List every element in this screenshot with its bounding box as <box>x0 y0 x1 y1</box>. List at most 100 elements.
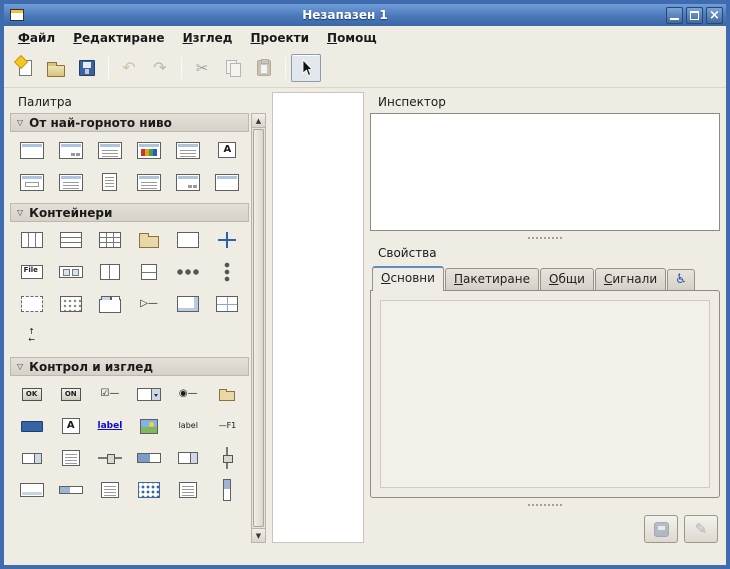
new-project-button[interactable] <box>10 54 40 82</box>
entry-palette-item[interactable] <box>12 410 51 442</box>
tab-signals[interactable]: Сигнали <box>595 268 666 290</box>
about-dialog-palette-item[interactable] <box>51 166 90 198</box>
tab-common[interactable]: Общи <box>540 268 594 290</box>
font-button-palette-item[interactable]: A <box>51 410 90 442</box>
file-chooser-dialog-palette-item[interactable] <box>90 166 129 198</box>
scroll-up-arrow-icon[interactable] <box>252 114 265 128</box>
paste-button[interactable] <box>249 54 279 82</box>
pointer-tool-button[interactable] <box>291 54 321 82</box>
font-selection-dialog-icon: A <box>218 142 236 158</box>
icon-view-widget-icon <box>138 482 160 498</box>
progress-bar-palette-item[interactable] <box>130 442 169 474</box>
palette-section-controls[interactable]: Контрол и изглед <box>10 357 249 376</box>
cut-button[interactable]: ✂ <box>187 54 217 82</box>
pane-resize-grip[interactable] <box>528 504 562 506</box>
undo-button[interactable]: ↶ <box>114 54 144 82</box>
scrollbar-thumb[interactable] <box>253 129 264 527</box>
inspector-tree[interactable] <box>370 113 720 231</box>
open-project-button[interactable] <box>41 54 71 82</box>
check-button-palette-item[interactable]: ☑— <box>90 378 129 410</box>
spin-button-palette-item[interactable] <box>169 442 208 474</box>
widget-info-button[interactable] <box>644 515 678 543</box>
tab-accessibility[interactable]: ♿ <box>667 269 695 290</box>
menu-edit[interactable]: Редактиране <box>65 29 172 47</box>
message-dialog-palette-item[interactable] <box>90 134 129 166</box>
design-canvas[interactable] <box>272 92 364 543</box>
aspect-frame-palette-item[interactable] <box>169 224 208 256</box>
icon-view-palette-item[interactable] <box>51 288 90 320</box>
aspect-frame-icon <box>177 232 199 248</box>
close-button[interactable] <box>706 7 723 24</box>
vertical-scrollbar-palette-item[interactable] <box>208 474 247 506</box>
horizontal-scrollbar-palette-item[interactable] <box>51 474 90 506</box>
label-palette-item[interactable]: label <box>169 410 208 442</box>
button-palette-item[interactable]: OK <box>12 378 51 410</box>
edit-widget-button[interactable]: ✎ <box>684 515 718 543</box>
menu-file[interactable]: Файл <box>10 29 63 47</box>
horizontal-scale-palette-item[interactable] <box>90 442 129 474</box>
vertical-button-box-palette-item[interactable] <box>208 256 247 288</box>
horizontal-button-box-palette-item[interactable] <box>169 256 208 288</box>
input-dialog-palette-item[interactable] <box>12 166 51 198</box>
link-button-palette-item[interactable]: label <box>90 410 129 442</box>
tab-packing[interactable]: Пакетиране <box>445 268 539 290</box>
titlebar[interactable]: Незапазен 1 <box>4 4 726 26</box>
tree-view-palette-item[interactable] <box>90 474 129 506</box>
radio-button-palette-item[interactable]: ◉— <box>169 378 208 410</box>
toolbar-palette-item[interactable] <box>51 256 90 288</box>
popup-window-palette-item[interactable] <box>208 166 247 198</box>
palette-scrollbar[interactable] <box>251 113 266 543</box>
copy-button[interactable] <box>218 54 248 82</box>
palette-section-toplevel[interactable]: От най-горното ниво <box>10 113 249 132</box>
menu-help[interactable]: Помощ <box>319 29 385 47</box>
tree-view-icon <box>101 482 119 498</box>
text-view-palette-item[interactable] <box>51 442 90 474</box>
properties-frame <box>370 290 720 498</box>
file-chooser-button-palette-item[interactable] <box>208 378 247 410</box>
layout-palette-item[interactable] <box>12 288 51 320</box>
scrolled-window-palette-item[interactable] <box>169 288 208 320</box>
window-palette-item[interactable] <box>12 134 51 166</box>
dialog-palette-item[interactable] <box>51 134 90 166</box>
vertical-box-icon <box>21 232 43 248</box>
menu-projects[interactable]: Проекти <box>242 29 317 47</box>
statusbar-palette-item[interactable] <box>12 474 51 506</box>
vertical-box-palette-item[interactable] <box>12 224 51 256</box>
recent-chooser-dialog-palette-item[interactable] <box>130 166 169 198</box>
assistant-palette-item[interactable] <box>169 166 208 198</box>
pane-resize-grip[interactable] <box>528 237 562 239</box>
scrollbar-track[interactable] <box>252 128 265 528</box>
fixed-palette-item[interactable] <box>208 224 247 256</box>
tab-general[interactable]: Основни <box>372 266 444 291</box>
menu-bar-palette-item[interactable]: File <box>12 256 51 288</box>
maximize-button[interactable] <box>686 7 703 24</box>
scroll-down-arrow-icon[interactable] <box>252 528 265 542</box>
vertical-scale-palette-item[interactable] <box>208 442 247 474</box>
undo-icon: ↶ <box>122 60 135 76</box>
menu-view[interactable]: Изглед <box>175 29 241 47</box>
combo-box-palette-item[interactable] <box>130 378 169 410</box>
frame-palette-item[interactable] <box>130 224 169 256</box>
handle-box-palette-item[interactable]: ↑ ← <box>12 320 51 352</box>
horizontal-box-palette-item[interactable] <box>51 224 90 256</box>
file-selection-dialog-palette-item[interactable] <box>169 134 208 166</box>
horizontal-paned-palette-item[interactable] <box>90 256 129 288</box>
table-palette-item[interactable] <box>90 224 129 256</box>
accel-label-palette-item[interactable]: —F1 <box>208 410 247 442</box>
redo-button[interactable]: ↷ <box>145 54 175 82</box>
list-view-palette-item[interactable] <box>169 474 208 506</box>
notebook-palette-item[interactable] <box>90 288 129 320</box>
color-selection-dialog-palette-item[interactable] <box>130 134 169 166</box>
expander-palette-item[interactable]: ▷— <box>130 288 169 320</box>
vertical-paned-palette-item[interactable] <box>130 256 169 288</box>
palette-section-containers[interactable]: Контейнери <box>10 203 249 222</box>
toggle-button-palette-item[interactable]: ON <box>51 378 90 410</box>
minimize-button[interactable] <box>666 7 683 24</box>
icon-view-widget-palette-item[interactable] <box>130 474 169 506</box>
image-palette-item[interactable] <box>130 410 169 442</box>
viewport-palette-item[interactable] <box>208 288 247 320</box>
window-icon <box>20 142 44 159</box>
save-project-button[interactable] <box>72 54 102 82</box>
font-selection-dialog-palette-item[interactable]: A <box>208 134 247 166</box>
combo-box-entry-palette-item[interactable] <box>12 442 51 474</box>
